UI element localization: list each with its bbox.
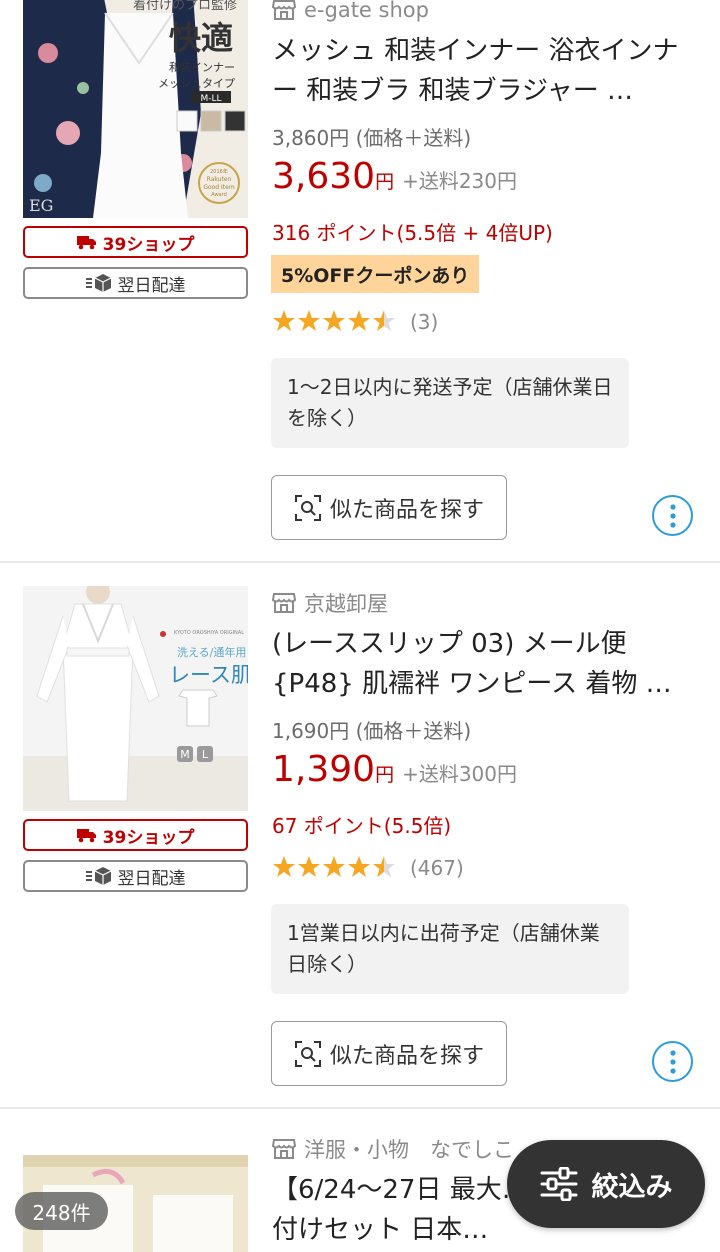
store-icon: [272, 0, 296, 20]
rating[interactable]: (3): [272, 309, 438, 335]
shipping-fee: +送料230円: [402, 169, 518, 193]
award-text: 2016年: [210, 168, 228, 175]
thumb-sub-text: メッシュタイプ: [158, 77, 235, 90]
rating[interactable]: (467): [272, 855, 464, 881]
badge-next-day: 翌日配達: [23, 860, 248, 892]
size-m: M: [180, 748, 190, 761]
size-l: L: [202, 748, 209, 761]
review-count: (467): [410, 856, 464, 880]
shop-name[interactable]: e-gate shop: [272, 0, 429, 22]
thumb-small-text: 洗える/通年用: [177, 645, 246, 659]
more-options-button[interactable]: [652, 495, 693, 536]
thumb-size-text: M-LL: [200, 94, 221, 104]
more-options-button[interactable]: [652, 1041, 693, 1082]
list-price: 3,860円 (価格＋送料): [272, 126, 472, 150]
find-similar-button[interactable]: 似た商品を探す: [271, 475, 507, 540]
badge-39-shop: 39ショップ: [23, 226, 248, 258]
price-value: 3,630: [272, 156, 376, 197]
price-unit: 円: [375, 764, 395, 786]
thumb-main-text: 快適: [169, 19, 233, 57]
thumb-sub-text: 和装インナー: [169, 61, 235, 74]
product-image[interactable]: 着付けのプロ監修 快適 和装インナー メッシュタイプ M-LL 2016年 Ra…: [23, 0, 248, 218]
image-search-icon: [294, 1040, 321, 1067]
award-text: Good Item: [203, 184, 235, 191]
store-icon: [272, 593, 296, 613]
award-text: Award: [211, 192, 227, 198]
box-icon: [85, 274, 111, 292]
price: 3,630 円 +送料230円: [272, 156, 517, 197]
logo-text: EG: [29, 196, 53, 215]
product-image[interactable]: KYOTO OROSHIYA ORIGINAL 洗える/通年用 レース肌着 M …: [23, 586, 248, 811]
award-text: Rakuten: [207, 176, 232, 183]
brand-text: KYOTO OROSHIYA ORIGINAL: [174, 630, 244, 636]
filter-button[interactable]: 絞込み: [507, 1140, 705, 1228]
product-title[interactable]: メッシュ 和装インナー 浴衣インナー 和装ブラ 和装ブラジャー …: [272, 31, 692, 111]
delivery-note: 1〜2日以内に発送予定（店舗休業日を除く）: [271, 358, 629, 448]
points: 67 ポイント(5.5倍): [272, 814, 452, 838]
store-icon: [272, 1139, 296, 1159]
star-rating-icon: [273, 310, 395, 331]
box-icon: [85, 867, 111, 885]
image-search-icon: [294, 494, 321, 521]
shop-name[interactable]: 京越卸屋: [272, 588, 388, 618]
filter-sliders-icon: [540, 1167, 577, 1201]
review-count: (3): [410, 310, 439, 334]
result-count-badge: 248件: [15, 1192, 108, 1230]
price-value: 1,390: [272, 749, 376, 790]
thumb-main-text: レース肌着: [169, 663, 248, 687]
product-title[interactable]: (レーススリップ 03) メール便 {P48} 肌襦袢 ワンピース 着物 …: [272, 624, 692, 704]
price: 1,390 円 +送料300円: [272, 749, 517, 790]
shipping-fee: +送料300円: [402, 762, 518, 786]
list-price: 1,690円 (価格＋送料): [272, 719, 472, 743]
badge-next-day: 翌日配達: [23, 267, 248, 299]
thumb-top-text: 着付けのプロ監修: [133, 0, 237, 13]
more-vertical-icon: [669, 503, 676, 528]
find-similar-button[interactable]: 似た商品を探す: [271, 1021, 507, 1086]
product-card[interactable]: KYOTO OROSHIYA ORIGINAL 洗える/通年用 レース肌着 M …: [0, 563, 720, 1108]
star-rating-icon: [273, 856, 395, 877]
points: 316 ポイント(5.5倍 + 4倍UP): [272, 221, 553, 245]
truck-icon: [76, 236, 96, 250]
delivery-note: 1営業日以内に出荷予定（店舗休業日除く）: [271, 904, 629, 994]
product-card[interactable]: 着付けのプロ監修 快適 和装インナー メッシュタイプ M-LL 2016年 Ra…: [0, 0, 720, 562]
shop-name[interactable]: 洋服・小物 なでしこ: [272, 1134, 514, 1164]
coupon-badge[interactable]: 5%OFFクーポンあり: [271, 255, 480, 293]
badge-39-shop: 39ショップ: [23, 819, 248, 851]
price-unit: 円: [375, 171, 395, 193]
more-vertical-icon: [669, 1049, 676, 1074]
truck-icon: [76, 829, 96, 843]
